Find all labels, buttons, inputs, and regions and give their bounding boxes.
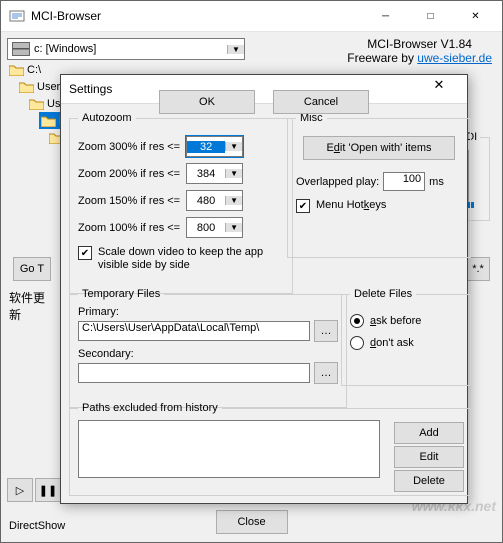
freeware-label: Freeware by — [347, 51, 417, 65]
temp-files-group: Temporary Files Primary: C:\Users\User\A… — [69, 288, 347, 408]
go-to-button[interactable]: Go T — [13, 257, 51, 281]
chevron-down-icon[interactable]: ▼ — [227, 45, 244, 54]
folder-icon — [9, 64, 24, 76]
ok-button[interactable]: OK — [159, 90, 255, 114]
zoom150-combo[interactable]: 480▼ — [186, 190, 243, 211]
play-button[interactable]: ▷ — [7, 478, 33, 502]
browse-secondary-button[interactable]: … — [314, 362, 338, 384]
chevron-down-icon[interactable]: ▼ — [225, 169, 242, 178]
misc-group: Misc Edit 'Open with' items Overlapped p… — [287, 112, 471, 258]
secondary-label: Secondary: — [78, 348, 338, 360]
zoom100-label: Zoom 100% if res <= — [78, 222, 180, 234]
ask-before-radio[interactable]: ask before — [350, 314, 462, 328]
scale-down-checkbox[interactable]: ✔ Scale down video to keep the app visibl… — [78, 246, 284, 272]
checkbox-icon: ✔ — [78, 246, 92, 260]
maximize-button[interactable]: □ — [408, 2, 453, 30]
main-titlebar: MCI-Browser ─ □ ✕ — [1, 1, 502, 32]
primary-input[interactable]: C:\Users\User\AppData\Local\Temp\ — [78, 321, 310, 341]
hotkeys-label: Menu Hotkeys — [316, 199, 386, 212]
overlap-label: Overlapped play: — [296, 176, 379, 188]
pause-button[interactable]: ❚❚ — [35, 478, 61, 502]
ask-before-label: ask before — [370, 315, 421, 327]
paths-legend: Paths excluded from history — [78, 402, 222, 414]
chevron-down-icon[interactable]: ▼ — [225, 142, 242, 151]
edit-open-with-button[interactable]: Edit 'Open with' items — [303, 136, 455, 160]
cn-text: 软件更新 — [9, 289, 49, 323]
paths-edit-button[interactable]: Edit — [394, 446, 464, 468]
app-icon — [9, 8, 25, 24]
hotkeys-checkbox[interactable]: ✔ Menu Hotkeys — [296, 199, 462, 213]
settings-dialog: Settings ✕ Autozoom Zoom 300% if res <=3… — [60, 74, 468, 504]
paths-delete-button[interactable]: Delete — [394, 470, 464, 492]
browse-primary-button[interactable]: … — [314, 320, 338, 342]
folder-icon — [29, 98, 44, 110]
chevron-down-icon[interactable]: ▼ — [225, 196, 242, 205]
drive-label: c: [Windows] — [34, 43, 227, 55]
ms-label: ms — [429, 176, 444, 188]
checkbox-icon: ✔ — [296, 199, 310, 213]
temp-legend: Temporary Files — [78, 288, 164, 300]
secondary-input[interactable] — [78, 363, 310, 383]
primary-label: Primary: — [78, 306, 338, 318]
drive-icon — [12, 42, 30, 56]
delete-legend: Delete Files — [350, 288, 416, 300]
overlap-input[interactable]: 100 — [383, 172, 425, 191]
dont-ask-label: don't ask — [370, 337, 414, 349]
autozoom-group: Autozoom Zoom 300% if res <=32▼ Zoom 200… — [69, 112, 293, 294]
paths-listbox[interactable] — [78, 420, 380, 478]
folder-icon — [41, 115, 56, 127]
app-info: MCI-Browser V1.84 Freeware by uwe-sieber… — [347, 37, 492, 65]
tree-item-root[interactable]: C:\ — [27, 64, 41, 76]
zoom300-combo[interactable]: 32▼ — [186, 136, 243, 157]
close-button[interactable]: ✕ — [453, 2, 498, 30]
zoom150-label: Zoom 150% if res <= — [78, 195, 180, 207]
radio-icon — [350, 314, 364, 328]
author-link[interactable]: uwe-sieber.de — [417, 51, 492, 65]
renderer-label: DirectShow — [9, 520, 65, 532]
zoom300-label: Zoom 300% if res <= — [78, 141, 180, 153]
zoom200-label: Zoom 200% if res <= — [78, 168, 180, 180]
chevron-down-icon[interactable]: ▼ — [225, 223, 242, 232]
paths-add-button[interactable]: Add — [394, 422, 464, 444]
radio-icon — [350, 336, 364, 350]
main-close-button[interactable]: Close — [216, 510, 288, 534]
zoom200-combo[interactable]: 384▼ — [186, 163, 243, 184]
cancel-button[interactable]: Cancel — [273, 90, 369, 114]
paths-excluded-group: Paths excluded from history Add Edit Del… — [69, 402, 471, 496]
folder-icon — [19, 81, 34, 93]
dont-ask-radio[interactable]: don't ask — [350, 336, 462, 350]
scale-down-label: Scale down video to keep the app visible… — [98, 246, 284, 272]
zoom100-combo[interactable]: 800▼ — [186, 217, 243, 238]
drive-combo[interactable]: c: [Windows] ▼ — [7, 38, 245, 60]
minimize-button[interactable]: ─ — [363, 2, 408, 30]
window-title: MCI-Browser — [31, 9, 363, 23]
version-label: MCI-Browser V1.84 — [347, 37, 492, 51]
filter-button[interactable]: *.* — [466, 257, 490, 281]
delete-files-group: Delete Files ask before don't ask — [341, 288, 471, 386]
